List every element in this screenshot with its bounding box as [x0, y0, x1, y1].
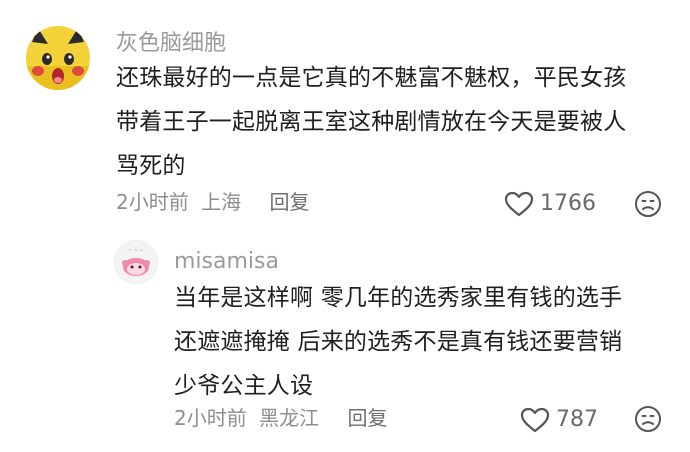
reply-comment-item: ~ ~ ~ misamisa 当年是这样啊 零几年的选秀家里有钱的选手 还遮遮掩…	[0, 225, 690, 452]
svg-text:~ ~ ~: ~ ~ ~	[128, 248, 144, 254]
cartoon-avatar-icon: ~ ~ ~	[115, 241, 157, 283]
location: 黑龙江	[259, 406, 320, 430]
like-button[interactable]: 1766	[504, 190, 596, 218]
comment-item: 灰色脑细胞 还珠最好的一点是它真的不魅富不魅权，平民女孩 带着王子一起脱离王室这…	[0, 0, 690, 225]
comment-text-line: 带着王子一起脱离王室这种剧情放在今天是要被人	[116, 109, 627, 135]
like-count: 787	[556, 407, 598, 432]
avatar[interactable]: ~ ~ ~	[114, 240, 158, 284]
comment-meta: 2小时前 黑龙江 回复	[174, 404, 387, 432]
comment-text-line: 少爷公主人设	[174, 373, 314, 399]
username[interactable]: misamisa	[174, 248, 279, 276]
timestamp: 2小时前	[174, 406, 247, 430]
heart-outline-icon	[520, 407, 550, 433]
reply-button[interactable]: 回复	[269, 190, 309, 214]
dislike-button[interactable]	[634, 190, 662, 222]
like-count: 1766	[540, 191, 596, 216]
comment-text-line: 还遮遮掩掩 后来的选秀不是真有钱还要营销	[174, 329, 623, 355]
comment-text-line: 骂死的	[116, 153, 186, 179]
comment-text-line: 当年是这样啊 零几年的选秀家里有钱的选手	[174, 285, 623, 311]
username[interactable]: 灰色脑细胞	[116, 30, 226, 58]
avatar[interactable]	[26, 26, 90, 90]
like-button[interactable]: 787	[520, 406, 598, 434]
frown-face-icon	[635, 191, 661, 217]
comment-meta: 2小时前 上海 回复	[116, 188, 309, 216]
reply-button[interactable]: 回复	[347, 406, 387, 430]
timestamp: 2小时前	[116, 190, 189, 214]
location: 上海	[201, 190, 242, 214]
comment-text: 当年是这样啊 零几年的选秀家里有钱的选手 还遮遮掩掩 后来的选秀不是真有钱还要营…	[174, 276, 622, 408]
frown-face-icon	[635, 406, 661, 432]
heart-outline-icon	[504, 191, 534, 217]
pikachu-avatar-icon	[26, 26, 90, 90]
comment-text: 还珠最好的一点是它真的不魅富不魅权，平民女孩 带着王子一起脱离王室这种剧情放在今…	[116, 56, 626, 188]
dislike-button[interactable]	[634, 405, 662, 437]
comment-text-line: 还珠最好的一点是它真的不魅富不魅权，平民女孩	[116, 65, 627, 91]
